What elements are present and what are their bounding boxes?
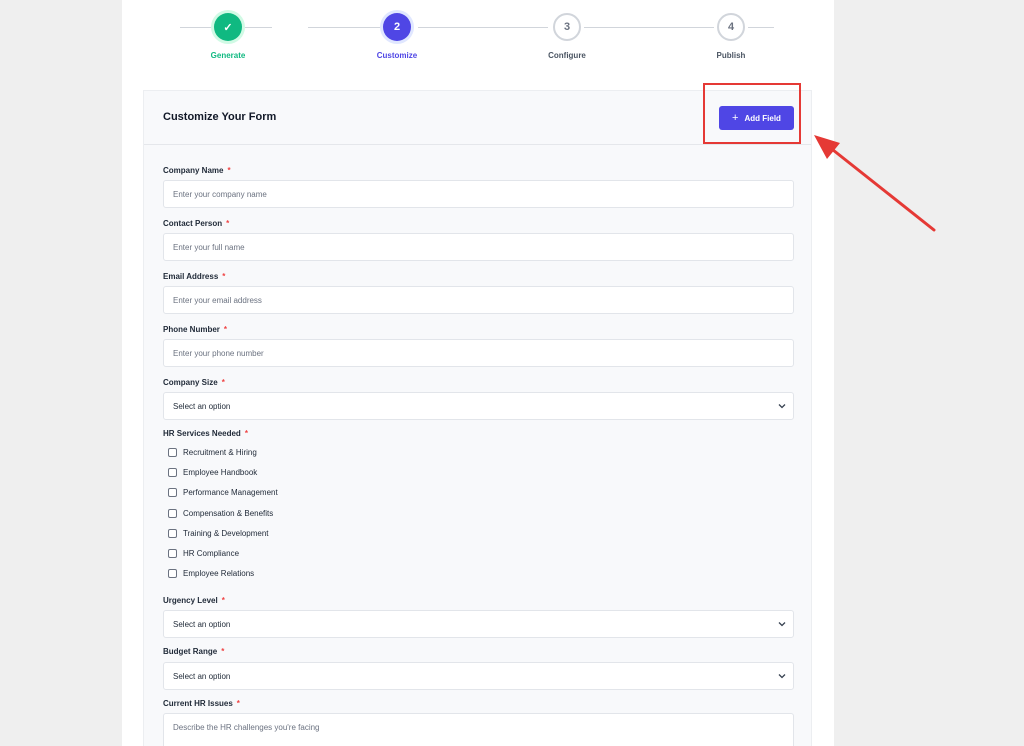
checkbox-recruitment[interactable]: Recruitment & Hiring <box>168 448 257 457</box>
step-customize[interactable]: 2 Customize <box>352 13 442 60</box>
checkbox[interactable] <box>168 529 177 538</box>
checkbox-employee-handbook[interactable]: Employee Handbook <box>168 468 257 477</box>
checkbox[interactable] <box>168 468 177 477</box>
chevron-down-icon <box>778 404 786 409</box>
budget-select[interactable]: Select an option <box>163 662 794 690</box>
step-number: 3 <box>553 13 581 41</box>
annotation-highlight-box <box>703 83 801 144</box>
step-label: Generate <box>210 51 246 60</box>
hr-issues-textarea[interactable]: Describe the HR challenges you're facing <box>163 713 794 746</box>
step-generate[interactable]: ✓ Generate <box>183 13 273 60</box>
form-title: Customize Your Form <box>163 111 277 123</box>
field-label-company-name: Company Name * <box>163 166 231 175</box>
step-label: Publish <box>716 51 746 60</box>
checkbox[interactable] <box>168 569 177 578</box>
field-label-company-size: Company Size * <box>163 378 225 387</box>
checkbox-compensation[interactable]: Compensation & Benefits <box>168 509 273 518</box>
company-size-select[interactable]: Select an option <box>163 392 794 420</box>
checkbox[interactable] <box>168 509 177 518</box>
urgency-select[interactable]: Select an option <box>163 610 794 638</box>
check-icon: ✓ <box>214 13 242 41</box>
field-label-urgency: Urgency Level * <box>163 596 225 605</box>
checkbox-hr-compliance[interactable]: HR Compliance <box>168 549 239 558</box>
field-label-hr-services: HR Services Needed * <box>163 429 248 438</box>
step-label: Configure <box>548 51 586 60</box>
field-label-phone: Phone Number * <box>163 325 228 334</box>
form-card: Customize Your Form + Add Field Company … <box>143 90 812 746</box>
email-input[interactable]: Enter your email address <box>163 286 794 314</box>
checkbox[interactable] <box>168 549 177 558</box>
step-configure[interactable]: 3 Configure <box>522 13 612 60</box>
step-publish[interactable]: 4 Publish <box>686 13 776 60</box>
step-number: 4 <box>717 13 745 41</box>
step-number: 2 <box>383 13 411 41</box>
checkbox[interactable] <box>168 488 177 497</box>
company-name-input[interactable]: Enter your company name <box>163 180 794 208</box>
field-label-contact-person: Contact Person * <box>163 219 230 228</box>
field-label-budget: Budget Range * <box>163 647 225 656</box>
checkbox-performance[interactable]: Performance Management <box>168 488 278 497</box>
field-label-hr-issues: Current HR Issues * <box>163 699 240 708</box>
annotation-arrow-icon <box>814 135 936 232</box>
field-label-email: Email Address * <box>163 272 226 281</box>
phone-input[interactable]: Enter your phone number <box>163 339 794 367</box>
checkbox-training[interactable]: Training & Development <box>168 529 269 538</box>
chevron-down-icon <box>778 674 786 679</box>
checkbox-employee-relations[interactable]: Employee Relations <box>168 569 254 578</box>
step-label: Customize <box>376 51 418 60</box>
checkbox[interactable] <box>168 448 177 457</box>
contact-person-input[interactable]: Enter your full name <box>163 233 794 261</box>
chevron-down-icon <box>778 622 786 627</box>
